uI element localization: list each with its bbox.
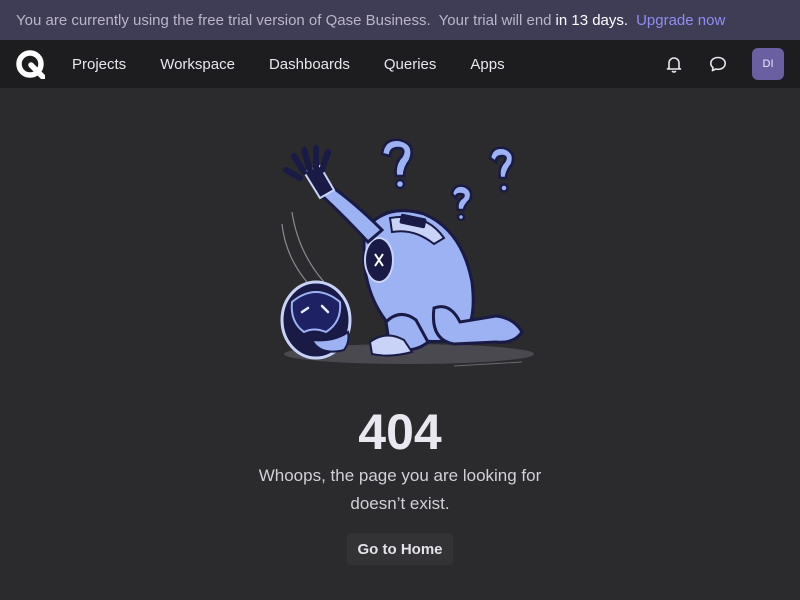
user-avatar[interactable]: DI: [752, 48, 784, 80]
trial-banner-text: You are currently using the free trial v…: [16, 11, 431, 29]
robot-head: [280, 280, 352, 360]
nav-item-dashboards[interactable]: Dashboards: [252, 56, 367, 73]
question-marks: [380, 138, 515, 222]
qase-logo-icon[interactable]: [16, 50, 45, 79]
upgrade-now-link[interactable]: Upgrade now: [636, 12, 725, 29]
broken-robot-illustration: [280, 138, 534, 367]
error-message: Whoops, the page you are looking for doe…: [258, 466, 542, 513]
nav-item-projects[interactable]: Projects: [55, 56, 143, 73]
main-nav: Projects Workspace Dashboards Queries Ap…: [55, 40, 522, 88]
nav-actions: DI: [664, 40, 784, 88]
go-to-home-button[interactable]: Go to Home: [347, 533, 453, 565]
nav-item-apps[interactable]: Apps: [453, 56, 521, 73]
bell-icon[interactable]: [664, 54, 684, 74]
chat-icon[interactable]: [708, 54, 728, 74]
nav-item-queries[interactable]: Queries: [367, 56, 454, 73]
error-code: 404: [358, 404, 442, 460]
nav-item-workspace[interactable]: Workspace: [143, 56, 252, 73]
trial-banner: You are currently using the free trial v…: [0, 0, 800, 40]
trial-banner-text-ending: Your trial will end: [438, 11, 552, 29]
top-navigation: Projects Workspace Dashboards Queries Ap…: [0, 40, 800, 88]
trial-days-remaining: in 13 days.: [555, 11, 629, 29]
